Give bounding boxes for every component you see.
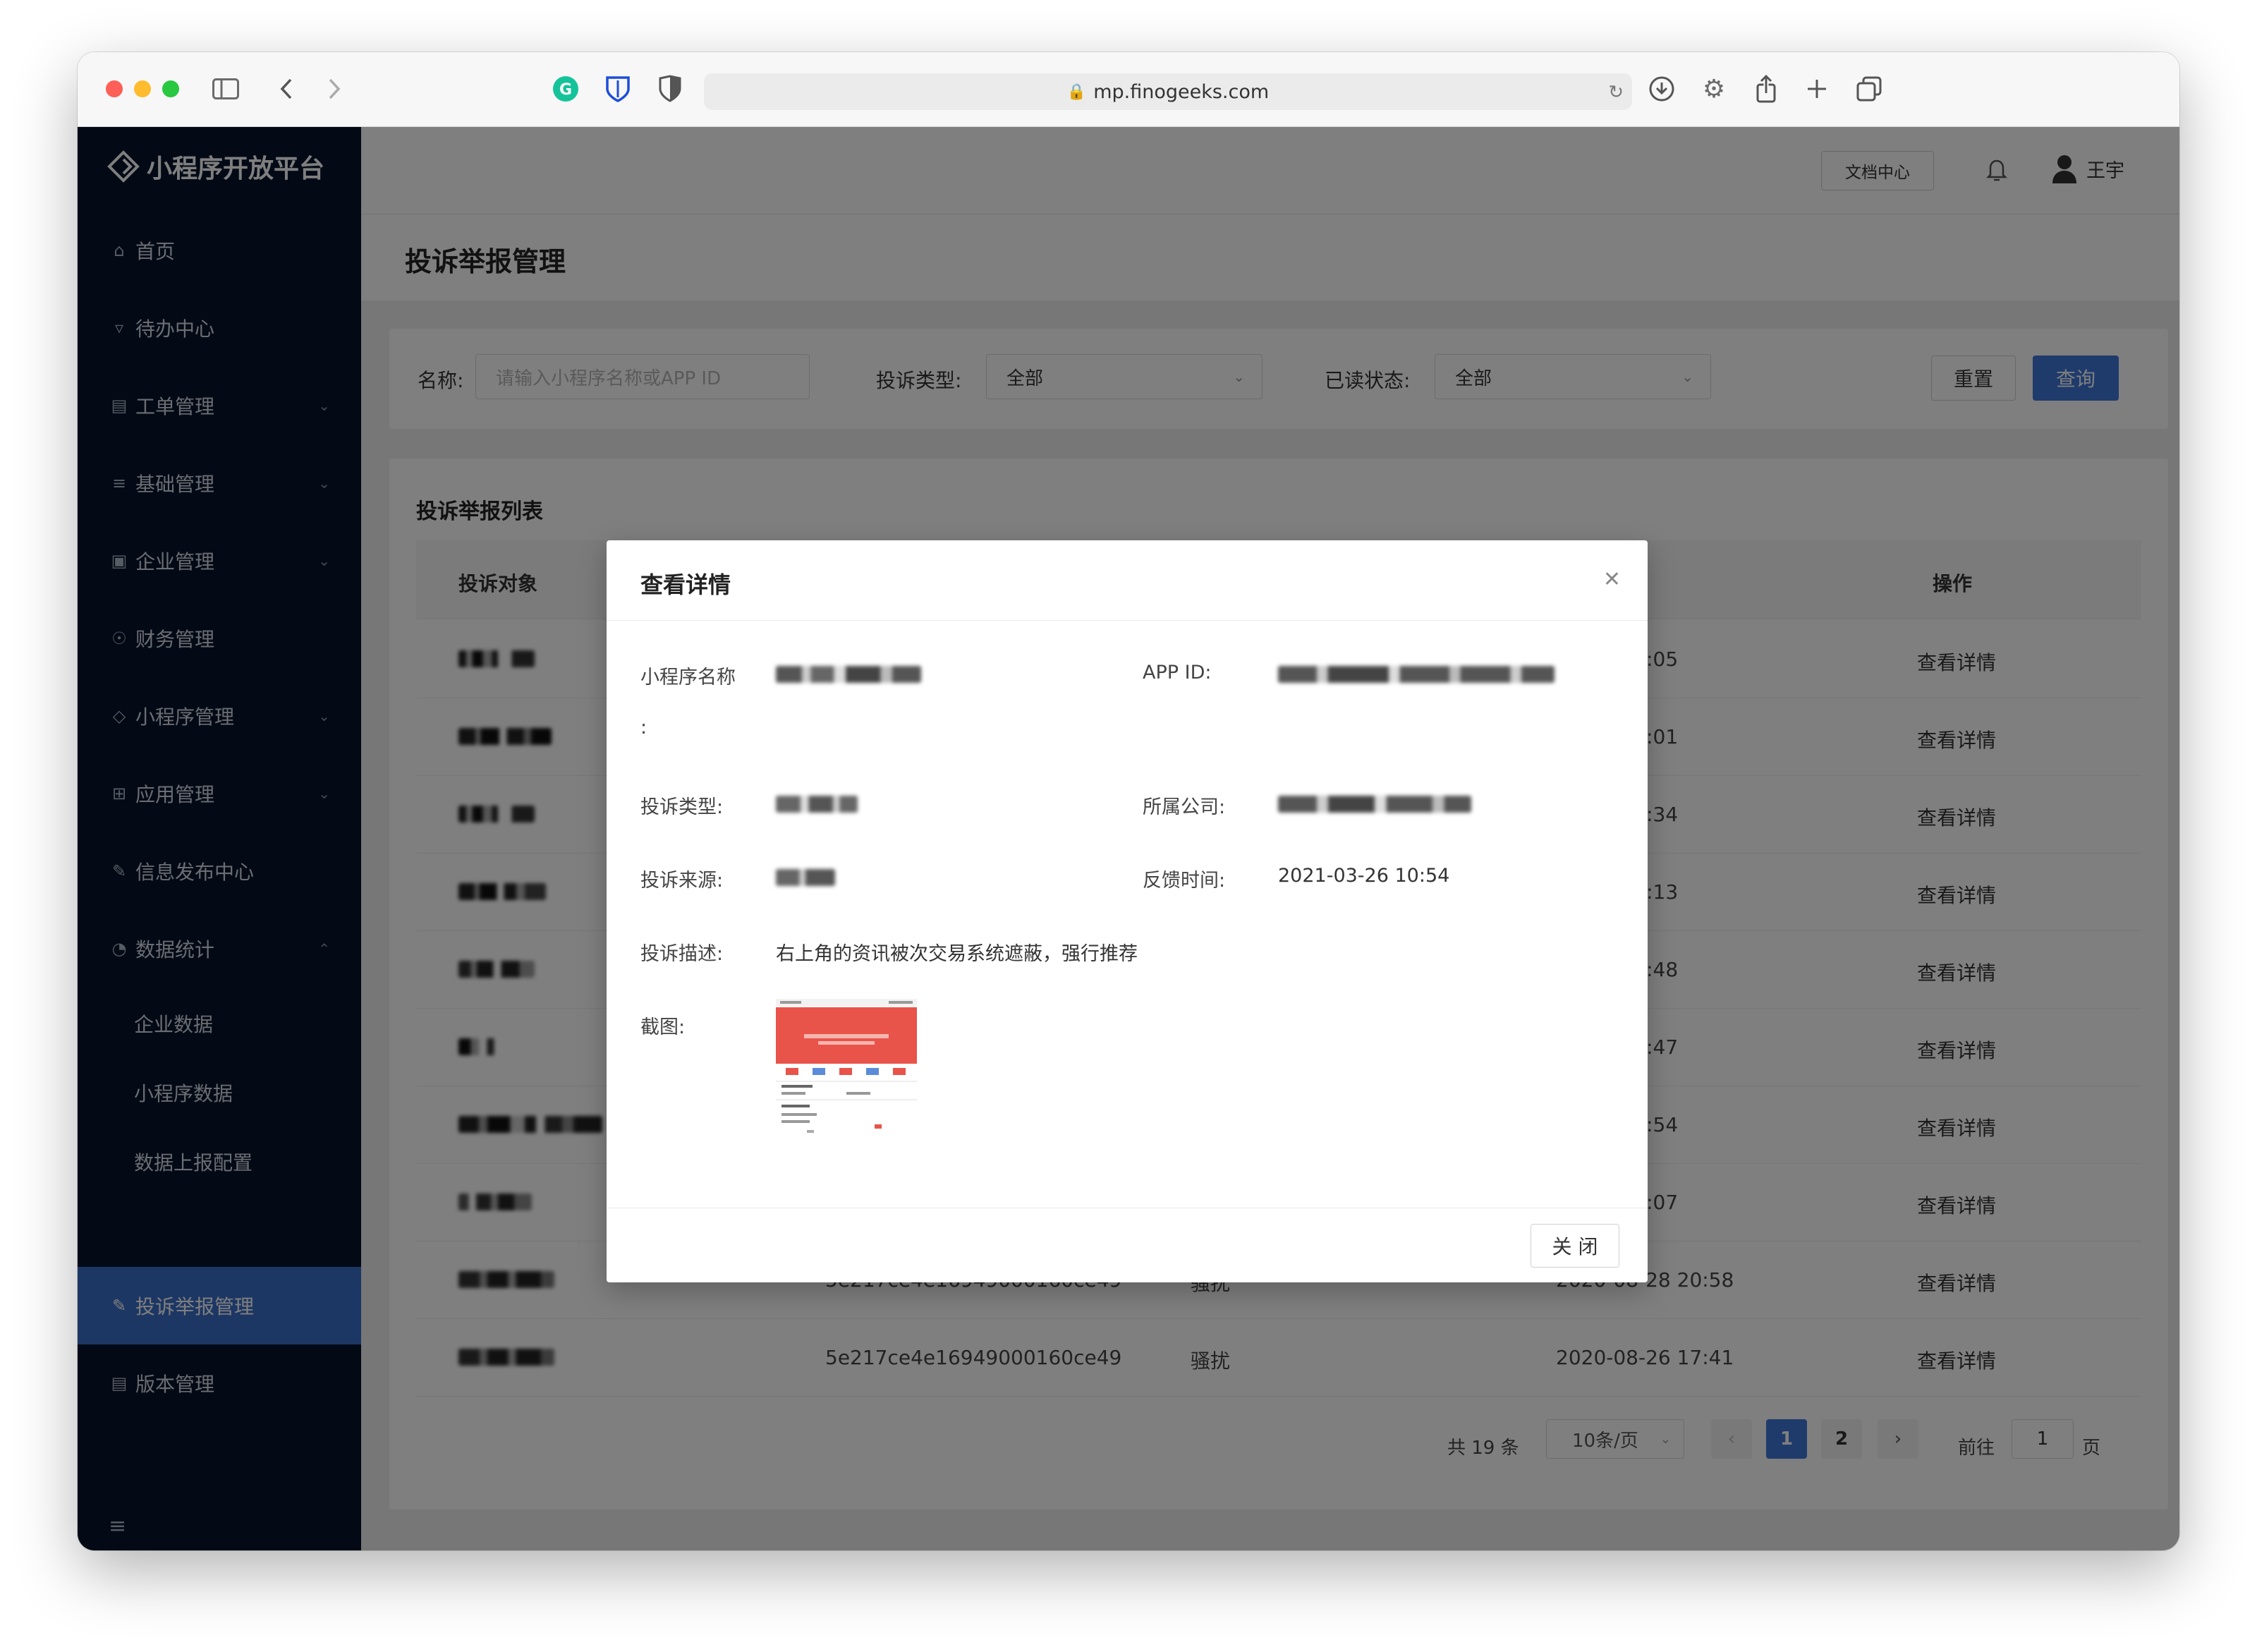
detail-dialog: 查看详情 ✕ 小程序名称 : APP ID: 投诉类型: 所属公司: 投诉来源:… (607, 540, 1648, 1282)
grammarly-extension-icon[interactable]: G (552, 75, 580, 103)
description-value: 右上角的资讯被次交易系统遮蔽，强行推荐 (776, 943, 1138, 965)
company-label: 所属公司: (1143, 796, 1226, 818)
feedback-time-value: 2021-03-26 10:54 (1278, 865, 1450, 887)
tab-overview-icon[interactable] (1855, 75, 1883, 103)
screenshot-image (776, 999, 917, 1140)
close-icon[interactable]: ✕ (1603, 567, 1621, 592)
feedback-time-label: 反馈时间: (1143, 870, 1226, 892)
source-label: 投诉来源: (640, 870, 724, 892)
dialog-footer: 关 闭 (607, 1208, 1648, 1282)
complaint-screenshot-thumbnail[interactable] (776, 999, 917, 1140)
back-icon[interactable] (272, 75, 300, 103)
app-name-value-redacted (776, 666, 921, 683)
url-text: mp.finogeeks.com (1093, 80, 1270, 103)
app-name-label: 小程序名称 (640, 667, 736, 688)
reload-icon[interactable]: ↻ (1608, 82, 1624, 103)
screenshot-label: 截图: (640, 1016, 686, 1038)
minimize-window-button[interactable] (134, 80, 151, 97)
svg-text:G: G (559, 81, 572, 99)
app: 小程序开放平台 ⌂ 首页 ▿ 待办中心 ▤ 工单管理 ⌄ ≡ 基础管理 ⌄ ▣ (78, 127, 2179, 1550)
forward-icon[interactable] (320, 75, 348, 103)
app-id-value-redacted (1278, 666, 1555, 683)
settings-gear-icon[interactable]: ⚙ (1700, 75, 1728, 104)
close-button[interactable]: 关 闭 (1531, 1224, 1619, 1268)
app-id-label: APP ID: (1143, 662, 1212, 684)
bitwarden-extension-icon[interactable] (604, 75, 632, 103)
address-bar[interactable]: 🔒 mp.finogeeks.com ↻ (704, 73, 1632, 110)
maximize-window-button[interactable] (162, 80, 179, 97)
share-icon[interactable] (1752, 75, 1780, 103)
lock-icon: 🔒 (1066, 83, 1087, 101)
dialog-title: 查看详情 (640, 571, 731, 598)
new-tab-icon[interactable] (1803, 75, 1831, 103)
privacy-shield-icon[interactable] (656, 75, 684, 103)
app-name-label-colon: : (640, 717, 647, 739)
type-label: 投诉类型: (640, 796, 724, 818)
description-label: 投诉描述: (640, 943, 724, 965)
company-value-redacted (1278, 796, 1471, 813)
type-value-redacted (776, 796, 858, 813)
sidebar-toggle-icon[interactable] (212, 75, 240, 103)
source-value-redacted (776, 869, 835, 886)
browser-window: G 🔒 mp.finogeeks.com ↻ ⚙ 查看详情 ✕ 小程序名称: … (78, 52, 2179, 1550)
browser-toolbar: G 🔒 mp.finogeeks.com ↻ ⚙ (78, 52, 2179, 127)
download-icon[interactable] (1648, 75, 1676, 103)
close-window-button[interactable] (106, 80, 123, 97)
dialog-header: 查看详情 ✕ (607, 540, 1648, 621)
